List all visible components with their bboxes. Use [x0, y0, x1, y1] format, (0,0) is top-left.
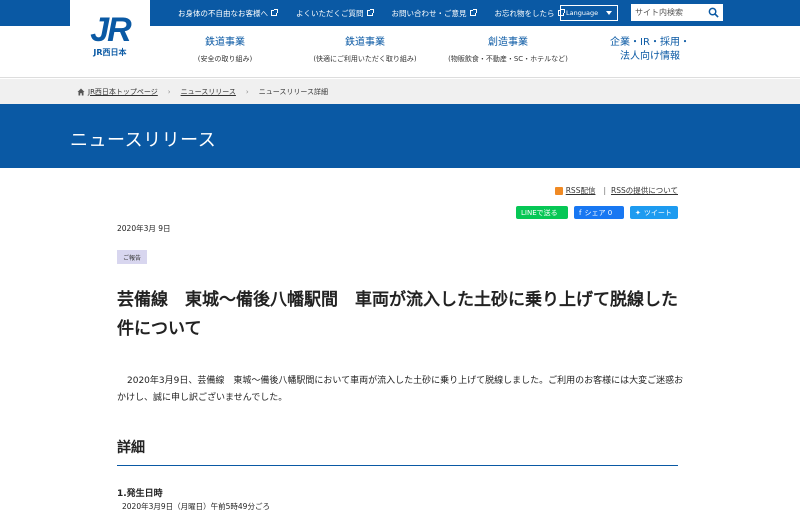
chevron-right-icon: › [245, 87, 249, 96]
breadcrumb-current: ニュースリリース詳細 [258, 87, 329, 96]
article-lead: 2020年3月9日、芸備線 東城～備後八幡駅間において車両が流入した土砂に乗り上… [117, 376, 684, 403]
twitter-share-button[interactable]: ✦ ツイート [630, 206, 678, 219]
lost-items-link[interactable]: お忘れ物をしたら [495, 8, 565, 19]
chevron-down-icon [606, 11, 612, 15]
chevron-right-icon: › [167, 87, 171, 96]
section-divider [117, 465, 678, 466]
rss-feed-link[interactable]: RSS配信 [566, 185, 596, 196]
nav-corporate[interactable]: 企業・IR・採用・ 法人向け情報 [605, 36, 695, 64]
section-heading: 詳細 [117, 440, 145, 456]
article-headline: 芸備線 東城～備後八幡駅間 車両が流入した土砂に乗り上げて脱線した件について [117, 290, 678, 339]
language-select[interactable]: Language [560, 5, 618, 21]
external-link-icon [366, 9, 374, 16]
subsection-heading: 1.発生日時 [117, 489, 163, 499]
rss-about-link[interactable]: RSSの提供について [611, 185, 678, 196]
nav-railway-comfort[interactable]: 鉄道事業 (快適にご利用いただく取り組み) [310, 36, 420, 64]
subsection-text: 2020年3月9日（月曜日）午前5時49分ごろ [122, 502, 270, 511]
external-link-icon [469, 9, 477, 16]
category-tag: ご報告 [117, 250, 147, 264]
rss-icon [554, 186, 563, 195]
share-buttons: LINEで送る f シェア 0 ✦ ツイート [516, 206, 678, 219]
article-date: 2020年3月 9日 [117, 224, 171, 233]
facebook-icon: f [579, 208, 582, 217]
nav-business-creation[interactable]: 創造事業 (物販飲食・不動産・SC・ホテルなど) [448, 36, 568, 64]
search-input[interactable]: サイト内検索 [631, 4, 723, 21]
external-link-icon [271, 9, 278, 16]
line-share-button[interactable]: LINEで送る [516, 206, 568, 219]
nav-railway-safety[interactable]: 鉄道事業 (安全の取り組み) [185, 36, 265, 64]
search-icon[interactable] [708, 7, 719, 18]
accessibility-link[interactable]: お身体の不自由なお客様へ [178, 8, 278, 19]
breadcrumb-news[interactable]: ニュースリリース [181, 87, 236, 97]
facebook-share-button[interactable]: f シェア 0 [574, 206, 624, 219]
breadcrumb: JR西日本トップページ › ニュースリリース › ニュースリリース詳細 [0, 79, 800, 104]
contact-link[interactable]: お問い合わせ・ご意見 [392, 8, 477, 19]
utility-links: お身体の不自由なお客様へ よくいただくご質問 お問い合わせ・ご意見 お忘れ物をし… [178, 0, 583, 26]
home-icon [77, 88, 85, 95]
rss-links: RSS配信 | RSSの提供について [554, 185, 678, 196]
page-banner: ニュースリリース [0, 104, 800, 168]
jr-west-logo[interactable]: JR JR西日本 [70, 0, 150, 72]
page-title: ニュースリリース [70, 130, 217, 151]
faq-link[interactable]: よくいただくご質問 [296, 8, 374, 19]
breadcrumb-home[interactable]: JR西日本トップページ [88, 87, 158, 97]
twitter-icon: ✦ [635, 208, 641, 217]
